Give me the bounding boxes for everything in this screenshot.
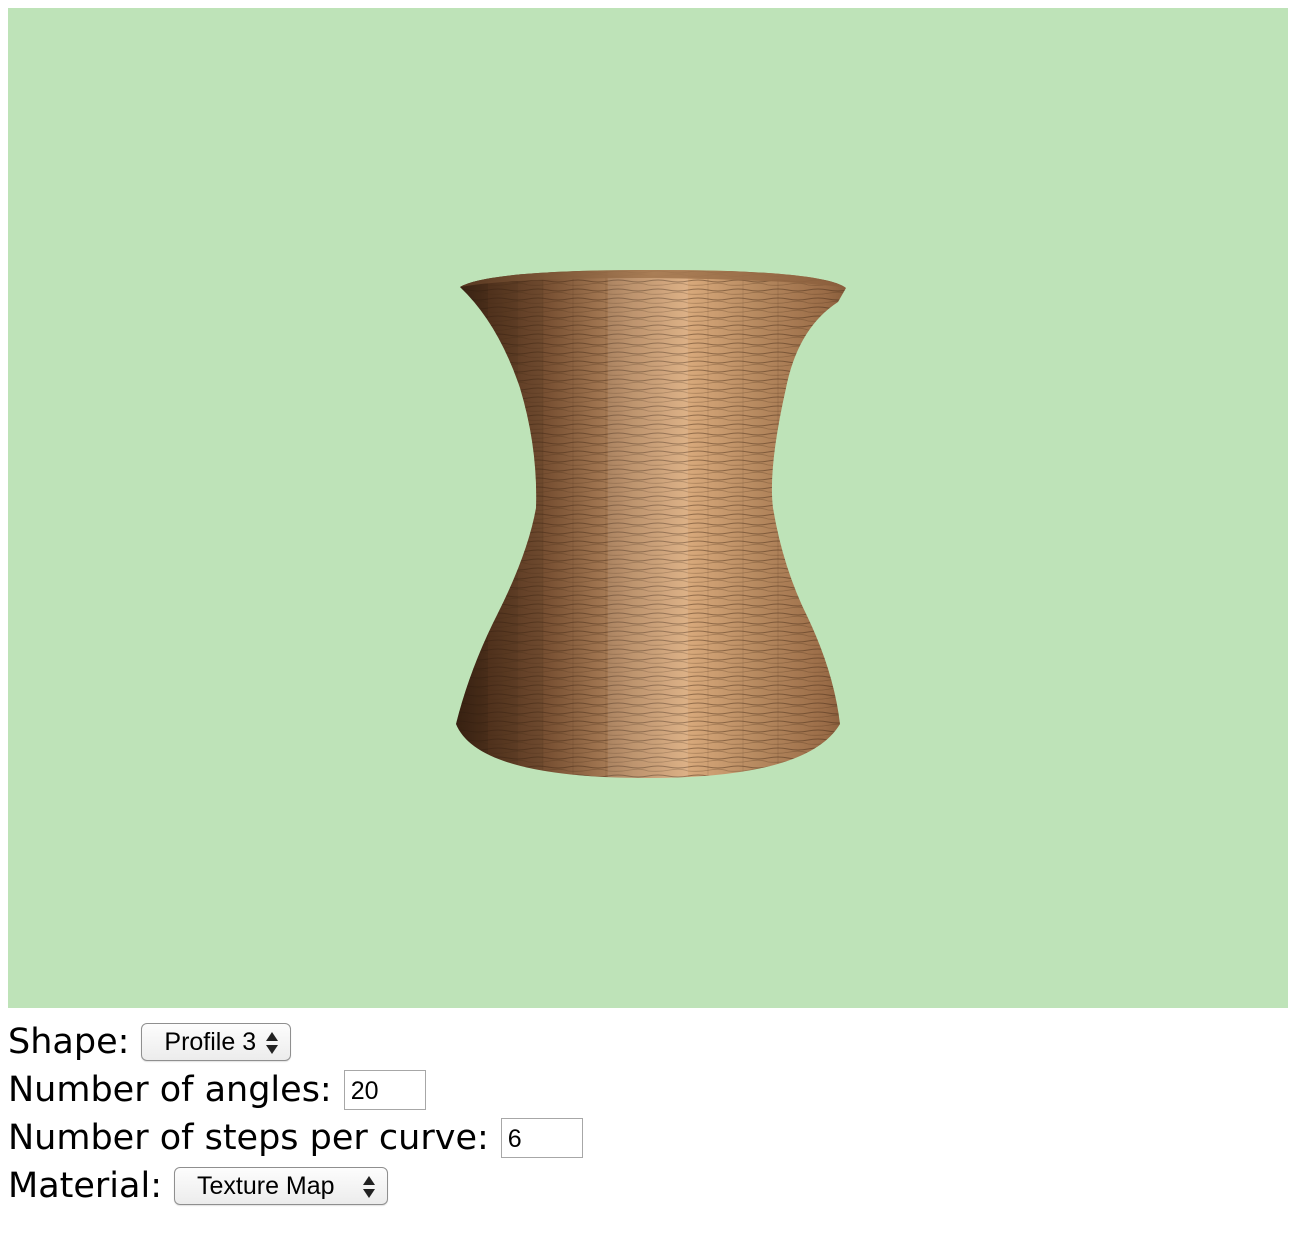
material-row: Material: Texture Map: [8, 1162, 1288, 1210]
steps-input[interactable]: [500, 1118, 583, 1158]
steps-label: Number of steps per curve:: [8, 1118, 489, 1158]
select-arrows-icon: [362, 1175, 375, 1199]
angles-label: Number of angles:: [8, 1070, 332, 1110]
angles-row: Number of angles:: [8, 1066, 1288, 1114]
shape-label: Shape:: [8, 1022, 130, 1062]
material-select[interactable]: Texture Map: [173, 1167, 388, 1205]
material-select-value: Texture Map: [196, 1172, 335, 1200]
steps-row: Number of steps per curve:: [8, 1114, 1288, 1162]
shape-row: Shape: Profile 3: [8, 1018, 1288, 1066]
shape-select-value: Profile 3: [164, 1028, 257, 1056]
angles-input[interactable]: [343, 1070, 426, 1110]
select-arrows-icon: [266, 1031, 279, 1055]
material-label: Material:: [8, 1166, 162, 1206]
controls-panel: Shape: Profile 3 Number of angles: Numbe…: [8, 1018, 1288, 1210]
render-canvas[interactable]: [8, 8, 1288, 1008]
shape-select[interactable]: Profile 3: [141, 1023, 292, 1061]
vase-render: [456, 270, 846, 778]
